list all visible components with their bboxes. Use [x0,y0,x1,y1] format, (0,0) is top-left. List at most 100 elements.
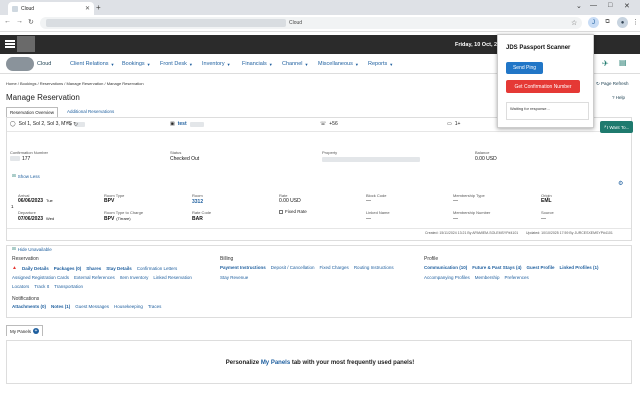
arrival-date: 06/06/2023 [18,198,44,204]
fixed-rate-checkbox[interactable]: Fixed Rate [279,209,307,214]
tab-my-panels[interactable]: My Panels + [6,325,44,336]
menu-miscellaneous[interactable]: Miscellaneous ▼ [318,61,359,67]
link-notes[interactable]: Notes (1) [51,304,70,309]
profile-avatar-icon[interactable]: ● [617,17,628,28]
tab-close-icon[interactable]: ✕ [85,5,90,12]
link-communication[interactable]: Communication (10) [424,265,467,270]
guest-label-text[interactable]: test [178,121,187,127]
menu-financials[interactable]: Financials ▼ [242,61,273,67]
bookmark-star-icon[interactable]: ☆ [571,19,577,27]
popup-title: JDS Passport Scanner [506,45,571,51]
link-guest-messages[interactable]: Guest Messages [75,304,109,309]
link-linked-profiles[interactable]: Linked Profiles (1) [560,265,599,270]
room-type-value: BPV [104,198,115,204]
departure-value: 07/06/2023 Wed [18,216,54,222]
menu-client-relations[interactable]: Client Relations ▼ [70,61,115,67]
app-badge [17,36,35,52]
browser-tab[interactable]: Cloud ✕ [8,2,94,15]
guest-label: ▣ test [170,121,204,127]
link-preferences[interactable]: Preferences [505,275,529,280]
maximize-icon[interactable]: □ [608,2,612,9]
browser-menu-icon[interactable]: ⋮ [632,18,639,26]
link-future-past-stays[interactable]: Future & Past Stays (4) [472,265,521,270]
refresh-profile-icon[interactable]: ↻ [73,121,78,128]
menu-front-desk[interactable]: Front Desk ▼ [160,61,193,67]
redacted-text [10,156,20,161]
confirmation-label: Confirmation Number [10,150,49,155]
rtc-value: BPV (Tirrare) [104,216,131,222]
send-ping-button[interactable]: Send Ping [506,62,543,74]
settings-gear-icon[interactable]: ⚙ [618,180,623,187]
balance-value: 0.00 USD [475,156,497,162]
panel-message-link[interactable]: My Panels [261,360,290,366]
link-housekeeping[interactable]: Housekeeping [114,304,143,309]
alert-icon: ▲ [12,265,17,271]
link-deposit-cancellation[interactable]: Deposit / Cancellation [271,265,315,270]
chevron-down-icon[interactable]: ⌄ [576,2,582,10]
link-guest-profile[interactable]: Guest Profile [527,265,555,270]
logo-text: Cloud [37,61,52,67]
add-panel-icon[interactable]: + [33,328,40,334]
caret-down-icon: ▼ [389,61,394,67]
link-external-references[interactable]: External References [74,275,115,280]
url-input[interactable]: Cloud [40,17,582,29]
menu-inventory[interactable]: Inventory ▼ [202,61,231,67]
link-linked-reservation[interactable]: Linked Reservation [153,275,192,280]
link-registration-cards[interactable]: Assigned Registration Cards [12,275,69,280]
link-transportation[interactable]: Transportation [54,284,83,289]
rate-code-value: BAR [192,216,203,222]
link-traces[interactable]: Traces [148,304,162,309]
link-track-it[interactable]: Track It [34,284,49,289]
id-icon: ▣ [170,121,175,127]
link-confirmation-letters[interactable]: Confirmation Letters [137,266,178,271]
new-tab-icon[interactable]: + [96,3,101,12]
pin-icon[interactable]: ✈ [602,59,609,68]
room-value[interactable]: 3312 [192,199,203,205]
link-shares[interactable]: Shares [86,266,101,271]
menu-channel[interactable]: Channel ▼ [282,61,308,67]
link-membership[interactable]: Membership [475,275,500,280]
link-packages[interactable]: Packages (0) [54,266,82,271]
reload-icon[interactable]: ↻ [28,18,34,26]
edit-icon[interactable]: ✎ [67,121,72,128]
departure-date: 07/06/2023 [18,216,44,222]
menu-label: Reports [368,61,388,67]
hamburger-menu-icon[interactable] [5,40,15,48]
i-want-to-button[interactable]: ⚡ I Want To... [600,121,633,133]
reservation-links-row2: Assigned Registration Cards External Ref… [12,275,192,280]
link-fixed-charges[interactable]: Fixed Charges [320,265,349,270]
link-item-inventory[interactable]: Item Inventory [120,275,149,280]
show-less-toggle[interactable]: ⊟ Show Less [12,173,40,179]
link-routing-instructions[interactable]: Routing Instructions [354,265,394,270]
user-icon: ◯ [10,121,16,127]
link-daily-details[interactable]: Daily Details [22,266,49,271]
menu-reports[interactable]: Reports ▼ [368,61,393,67]
link-accompanying-profiles[interactable]: Accompanying Profiles [424,275,470,280]
url-redacted [46,19,286,27]
get-confirmation-number-button[interactable]: Get Confirmation Number [506,80,580,93]
link-stay-revenue[interactable]: Stay Revenue [220,275,248,280]
link-stay-details[interactable]: Stay Details [106,266,132,271]
messages-icon[interactable]: ▤ [619,58,627,67]
caret-down-icon: ▼ [146,61,151,67]
back-icon[interactable]: ← [4,18,11,25]
link-payment-instructions[interactable]: Payment Instructions [220,265,266,270]
caret-down-icon: ▼ [268,61,273,67]
help-link[interactable]: ? Help [612,95,625,100]
hide-unavailable-toggle[interactable]: ⊟ Hide Unavailable [12,246,52,252]
page-refresh-link[interactable]: ↻ Page Refresh [596,81,629,87]
caret-down-icon: ▼ [188,61,193,67]
tab-reservation-overview[interactable]: Reservation Overview [6,107,59,117]
link-attachments[interactable]: Attachments (0) [12,304,46,309]
extension-passport-icon[interactable]: J [588,17,599,28]
minimize-icon[interactable]: — [590,2,597,9]
panel-message: Personalize My Panels tab with your most… [0,360,640,366]
link-locators[interactable]: Locators [12,284,29,289]
tab-additional-reservations[interactable]: Additional Reservations [64,107,117,117]
close-icon[interactable]: ✕ [624,2,630,10]
page-refresh-label: Page Refresh [601,81,629,86]
updated-info: Updated: 10/10/2025 17:59 By JURCESXEMSY… [526,231,613,235]
forward-icon[interactable]: → [16,18,23,25]
menu-bookings[interactable]: Bookings ▼ [122,61,151,67]
extensions-puzzle-icon[interactable]: ⧉ [602,17,613,28]
